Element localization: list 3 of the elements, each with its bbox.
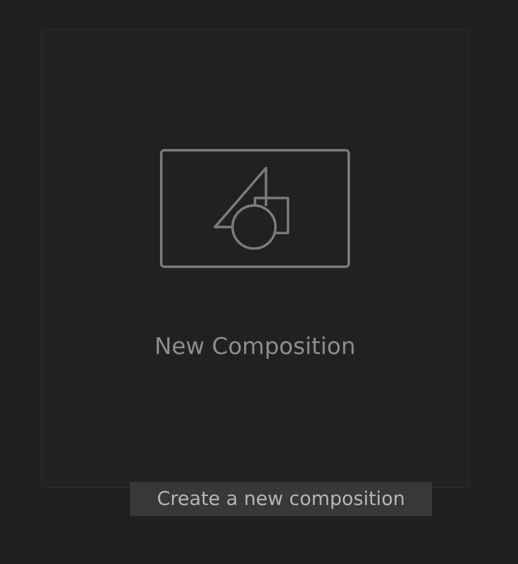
tooltip: Create a new composition [130,482,432,516]
composition-icon [160,149,350,268]
card-title: New Composition [154,333,356,362]
